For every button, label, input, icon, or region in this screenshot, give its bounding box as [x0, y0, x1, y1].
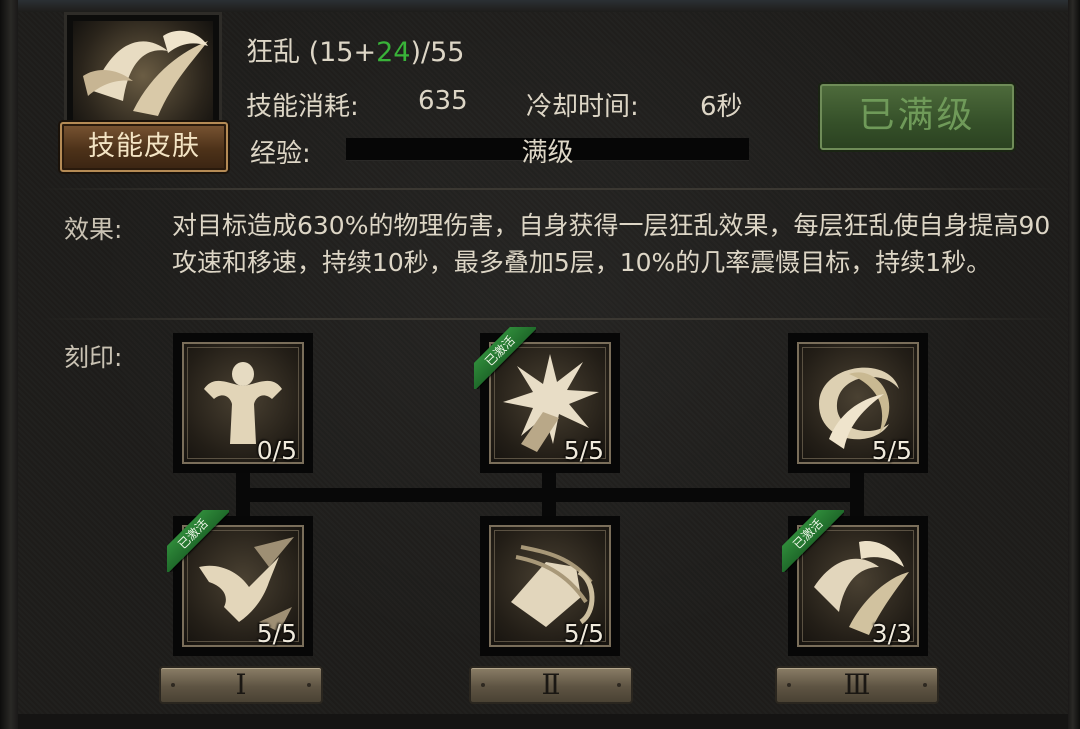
active-ribbon-text: 已激活	[474, 327, 536, 389]
active-ribbon-text: 已激活	[167, 510, 229, 572]
active-ribbon-text: 已激活	[782, 510, 844, 572]
skill-icon-frame[interactable]	[64, 12, 222, 124]
skill-name: 狂乱 (15+24)/55	[246, 30, 464, 69]
divider	[40, 188, 1062, 190]
active-ribbon: 已激活	[167, 510, 229, 572]
skill-cost-label: 技能消耗:	[246, 92, 359, 122]
skill-cost-value: 635	[418, 86, 468, 116]
rune-count: 3/3	[871, 619, 912, 648]
exp-bar: 满级	[346, 138, 749, 168]
tier-2-button[interactable]: Ⅱ	[469, 666, 633, 704]
panel-top-frame	[18, 0, 1068, 12]
rune-count: 5/5	[256, 619, 297, 648]
panel-right-frame	[1068, 0, 1080, 729]
active-ribbon: 已激活	[782, 510, 844, 572]
cooldown-value: 6秒	[700, 92, 743, 122]
max-level-button[interactable]: 已满级	[820, 84, 1014, 150]
rune-slot-bottom-3[interactable]: 已激活 3/3	[782, 510, 928, 656]
skill-name-base: 狂乱 (15+	[246, 37, 377, 68]
effect-description: 对目标造成630%的物理伤害，自身获得一层狂乱效果，每层狂乱使自身提高90攻速和…	[172, 211, 1051, 277]
swirling-claws-icon	[73, 21, 213, 121]
tier-3-button[interactable]: Ⅲ	[775, 666, 939, 704]
cooldown-label: 冷却时间:	[526, 92, 639, 122]
rune-slot-bottom-1[interactable]: 已激活 5/5	[167, 510, 313, 656]
active-ribbon: 已激活	[474, 327, 536, 389]
rune-count: 5/5	[871, 436, 912, 465]
rune-label: 刻印:	[64, 343, 123, 372]
rune-count: 0/5	[256, 436, 297, 465]
divider	[40, 318, 1062, 320]
rune-slot-top-1[interactable]: 0/5	[173, 333, 313, 473]
rune-slot-top-3[interactable]: 5/5	[788, 333, 928, 473]
effect-label: 效果:	[64, 215, 123, 244]
rune-slot-top-2[interactable]: 已激活 5/5	[474, 327, 620, 473]
rune-slot-bottom-2[interactable]: 5/5	[480, 516, 620, 656]
tier-1-button[interactable]: Ⅰ	[159, 666, 323, 704]
skill-level-max: )/55	[410, 37, 465, 68]
panel-left-frame	[0, 0, 18, 729]
rune-count: 5/5	[563, 619, 604, 648]
rune-count: 5/5	[563, 436, 604, 465]
skill-skin-button[interactable]: 技能皮肤	[60, 122, 228, 172]
panel-bottom-frame	[18, 714, 1068, 729]
exp-value: 满级	[521, 138, 574, 168]
rune-connector	[236, 488, 864, 502]
exp-label: 经验:	[250, 139, 311, 169]
skill-level-bonus: 24	[376, 37, 411, 68]
